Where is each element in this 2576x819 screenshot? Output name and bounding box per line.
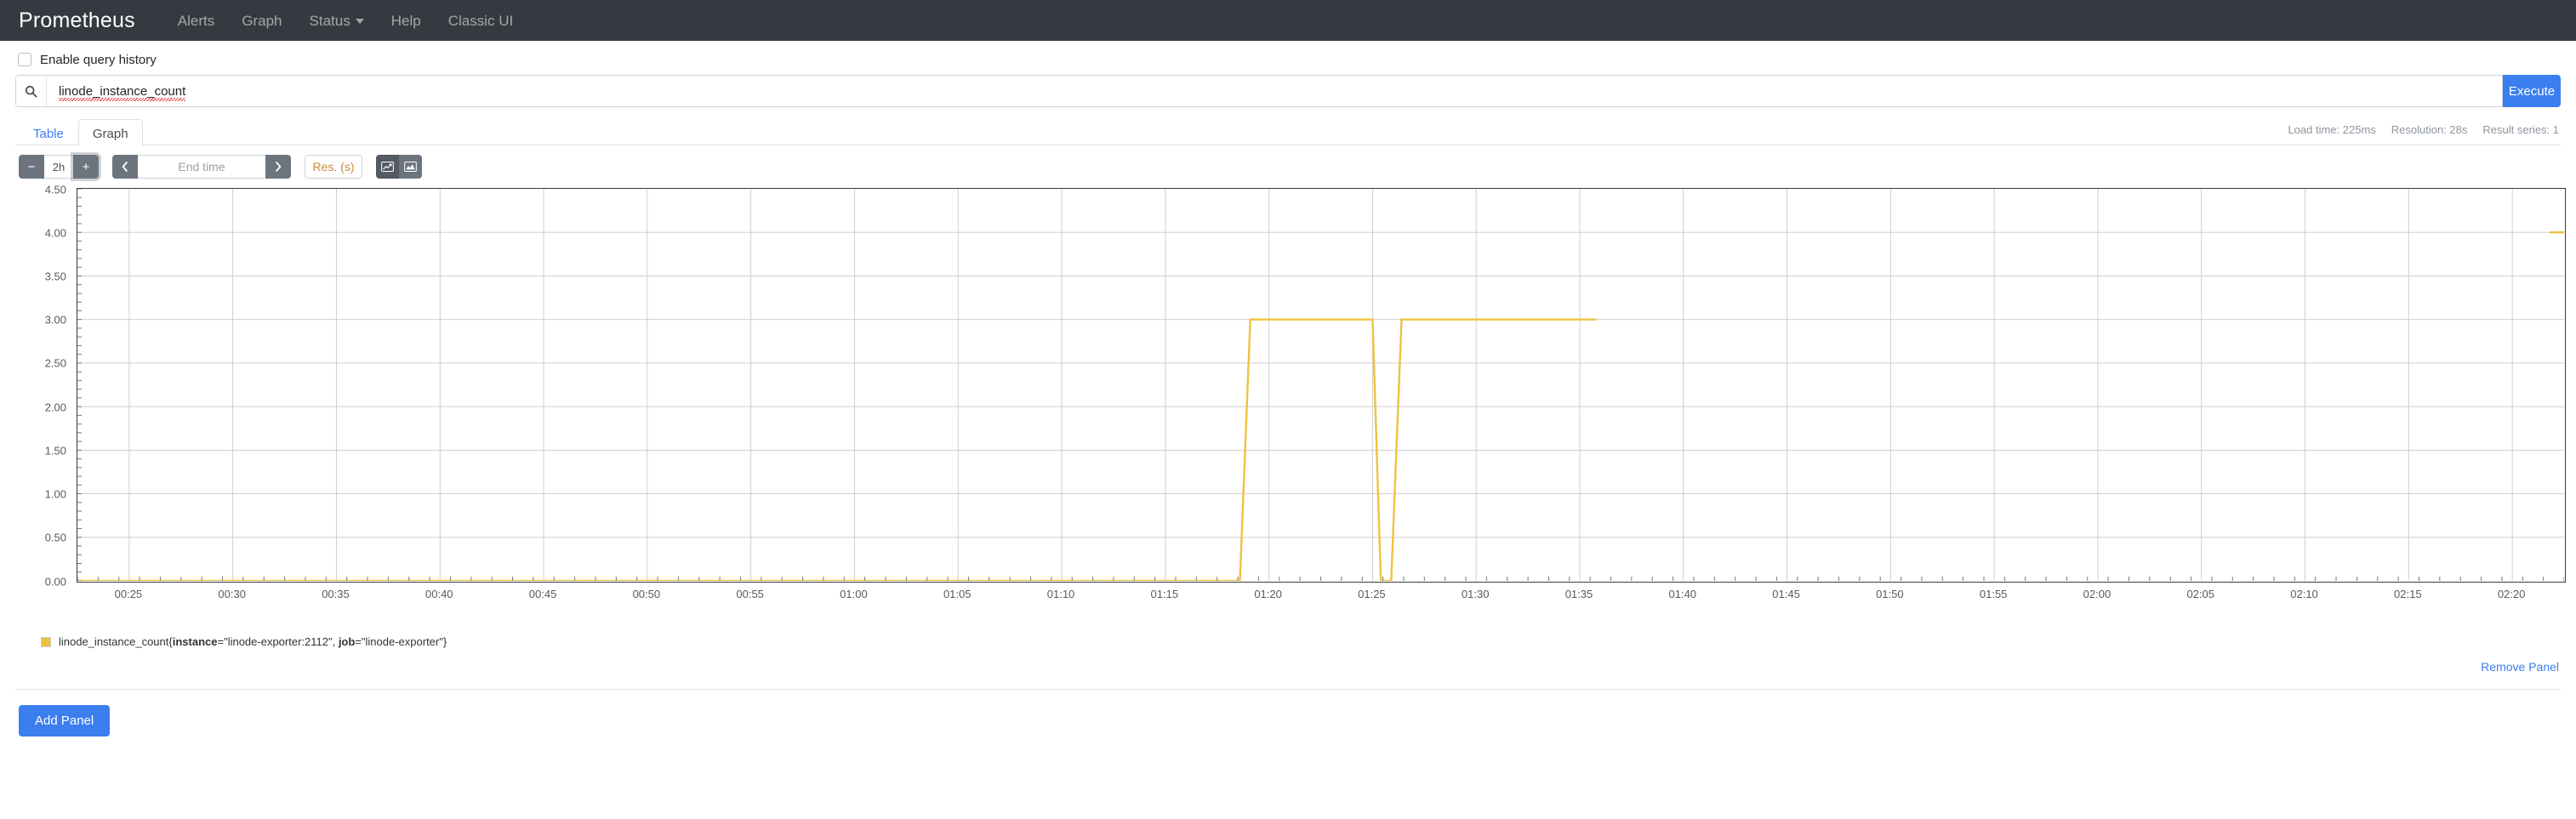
legend-label-instance-key: instance [172,635,218,648]
plot-area: 0.00 0.50 1.00 1.50 2.00 2.50 3.00 3.50 4.00 4.50… [19,183,2569,613]
x-tick-label: 01:10 [1046,588,1075,600]
query-stats: Load time: 225ms Resolution: 28s Result … [2288,123,2559,136]
query-row: linode_instance_count Execute [15,75,2561,107]
nav-item-alerts[interactable]: Alerts [164,14,228,28]
graph-panel: 0.00 0.50 1.00 1.50 2.00 2.50 3.00 3.50 4.00 4.50… [15,183,2566,689]
y-tick-label: 4.00 [44,226,66,240]
decrease-range-button[interactable]: − [19,155,44,179]
stacked-area-chart-icon[interactable] [399,155,422,179]
nav-item-help[interactable]: Help [378,14,435,28]
x-tick-label: 01:00 [840,588,868,600]
remove-panel-link[interactable]: Remove Panel [2481,660,2559,674]
result-tabs-wrap: Table Graph Load time: 225ms Resolution:… [15,119,2561,146]
legend-color-swatch[interactable] [41,636,51,647]
x-tick-label: 02:20 [2497,588,2526,600]
x-tick-label: 02:05 [2186,588,2214,600]
legend-label-job-value: ="linode-exporter"} [355,635,447,648]
nav-item-status-label: Status [309,12,350,29]
result-series-stat: Result series: 1 [2482,123,2559,136]
enable-query-history-label[interactable]: Enable query history [40,54,157,66]
x-tick-label: 00:30 [218,588,246,600]
graph-controls: − 2h + End time Res. (s) [15,145,2561,186]
chart-type-toggle [376,155,422,179]
result-tabs: Table Graph [15,119,2561,146]
query-history-row: Enable query history [15,41,2561,75]
nav-links: Alerts Graph Status Help Classic UI [164,14,527,28]
expression-input-group: linode_instance_count [15,75,2503,107]
y-tick-label: 4.50 [44,183,66,196]
range-input[interactable]: 2h [44,155,73,179]
resolution-input[interactable]: Res. (s) [305,155,362,179]
chevron-down-icon [355,18,364,24]
expression-text: linode_instance_count [59,83,186,99]
chart-svg [77,189,2564,581]
tab-table[interactable]: Table [19,119,78,146]
add-panel-button[interactable]: Add Panel [19,705,111,737]
line-chart-icon[interactable] [376,155,399,179]
legend-label-job-key: job [338,635,356,648]
x-tick-label: 01:55 [1979,588,2008,600]
y-tick-label: 2.00 [44,401,66,414]
x-tick-label: 00:25 [114,588,143,600]
x-tick-label: 01:40 [1668,588,1697,600]
y-tick-label: 0.00 [44,575,66,588]
search-icon [16,76,47,106]
y-tick-label: 2.50 [44,356,66,370]
x-tick-label: 01:30 [1461,588,1490,600]
panel-footer: Remove Panel [19,660,2561,689]
panel-divider [15,689,2561,690]
previous-time-button[interactable] [112,155,138,179]
chart-canvas[interactable] [77,188,2566,583]
grid-lines [77,189,2564,581]
x-axis-labels: 00:25 00:30 00:35 00:40 00:45 00:50 00:55 01:00… [77,588,2566,605]
x-tick-label: 01:20 [1254,588,1282,600]
x-tick-label: 00:55 [736,588,764,600]
load-time: Load time: 225ms [2288,123,2376,136]
y-tick-label: 0.50 [44,531,66,544]
x-tick-label: 00:40 [425,588,453,600]
x-tick-label: 02:00 [2083,588,2112,600]
increase-range-button[interactable]: + [73,155,99,179]
tab-graph[interactable]: Graph [77,119,143,146]
legend-series-label[interactable]: linode_instance_count{instance="linode-e… [59,635,447,648]
x-tick-label: 00:35 [322,588,350,600]
expression-input[interactable]: linode_instance_count [47,76,2502,106]
end-time-input[interactable]: End time [138,155,265,179]
x-tick-label: 00:50 [632,588,661,600]
x-tick-label: 02:15 [2394,588,2422,600]
brand-prometheus[interactable]: Prometheus [19,9,135,31]
y-tick-label: 3.50 [44,270,66,283]
x-tick-label: 01:45 [1772,588,1800,600]
x-tick-label: 01:15 [1150,588,1179,600]
y-axis-labels: 0.00 0.50 1.00 1.50 2.00 2.50 3.00 3.50 4.00 4.50 [19,183,71,588]
legend-label-instance-value: ="linode-exporter:2112", [217,635,339,648]
x-tick-label: 01:50 [1876,588,1904,600]
y-tick-label: 1.00 [44,487,66,501]
y-tick-label: 1.50 [44,444,66,458]
enable-query-history-checkbox[interactable] [18,53,31,66]
next-time-button[interactable] [265,155,291,179]
legend-metric-name: linode_instance_count{ [59,635,173,648]
x-tick-label: 02:10 [2290,588,2318,600]
nav-item-classic-ui[interactable]: Classic UI [435,14,527,28]
x-tick-label: 01:05 [943,588,972,600]
main-container: Enable query history linode_instance_cou… [0,41,2576,737]
chart-legend: linode_instance_count{instance="linode-e… [41,635,2561,648]
nav-item-status[interactable]: Status [296,14,378,28]
x-tick-label: 01:25 [1358,588,1386,600]
resolution-stat: Resolution: 28s [2391,123,2468,136]
navbar: Prometheus Alerts Graph Status Help Clas… [0,0,2576,41]
time-range-group: − 2h + [19,155,99,179]
tick-marks [77,189,2564,581]
x-tick-label: 00:45 [528,588,557,600]
prometheus-graph-page: Prometheus Alerts Graph Status Help Clas… [0,0,2576,819]
execute-button[interactable]: Execute [2503,75,2561,107]
spellcheck-underline [59,97,186,101]
x-tick-label: 01:35 [1564,588,1593,600]
nav-item-graph[interactable]: Graph [228,14,295,28]
end-time-group: End time [112,155,291,179]
y-tick-label: 3.00 [44,313,66,327]
